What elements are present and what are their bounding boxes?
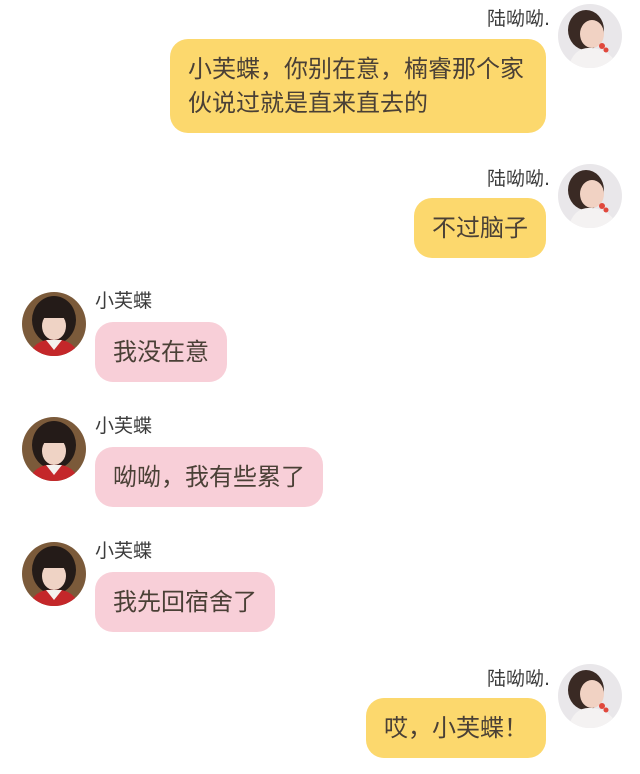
message-bubble[interactable]: 小芙蝶，你别在意，楠睿那个家伙说过就是直来直去的: [170, 39, 546, 133]
message-outgoing: 陆呦呦. 小芙蝶，你别在意，楠睿那个家伙说过就是直来直去的: [0, 4, 640, 144]
avatar-girl-bangs-red-icon: [22, 542, 86, 606]
sender-name: 陆呦呦.: [486, 168, 550, 190]
message-bubble[interactable]: 哎，小芙蝶！: [366, 698, 546, 758]
sender-name: 陆呦呦.: [486, 668, 550, 690]
avatar[interactable]: [558, 664, 622, 728]
message-bubble[interactable]: 不过脑子: [414, 198, 546, 258]
avatar-girl-white-scarf-icon: [558, 164, 622, 228]
avatar[interactable]: [558, 4, 622, 68]
avatar-girl-bangs-red-icon: [22, 292, 86, 356]
avatar[interactable]: [22, 542, 86, 606]
message-bubble[interactable]: 我先回宿舍了: [95, 572, 275, 632]
message-incoming: 小芙蝶 我先回宿舍了: [0, 538, 640, 648]
avatar-girl-bangs-red-icon: [22, 417, 86, 481]
message-outgoing: 陆呦呦. 不过脑子: [0, 164, 640, 274]
chat-thread: 陆呦呦. 小芙蝶，你别在意，楠睿那个家伙说过就是直来直去的 陆呦呦. 不过脑子: [0, 0, 640, 774]
sender-name: 小芙蝶: [95, 540, 153, 562]
message-bubble[interactable]: 我没在意: [95, 322, 227, 382]
avatar-girl-white-scarf-icon: [558, 664, 622, 728]
sender-name: 陆呦呦.: [486, 8, 550, 30]
message-incoming: 小芙蝶 呦呦，我有些累了: [0, 413, 640, 523]
avatar-girl-white-scarf-icon: [558, 4, 622, 68]
message-incoming: 小芙蝶 我没在意: [0, 288, 640, 398]
avatar[interactable]: [558, 164, 622, 228]
avatar[interactable]: [22, 417, 86, 481]
sender-name: 小芙蝶: [95, 290, 153, 312]
message-outgoing: 陆呦呦. 哎，小芙蝶！: [0, 664, 640, 774]
message-bubble[interactable]: 呦呦，我有些累了: [95, 447, 323, 507]
avatar[interactable]: [22, 292, 86, 356]
sender-name: 小芙蝶: [95, 415, 153, 437]
